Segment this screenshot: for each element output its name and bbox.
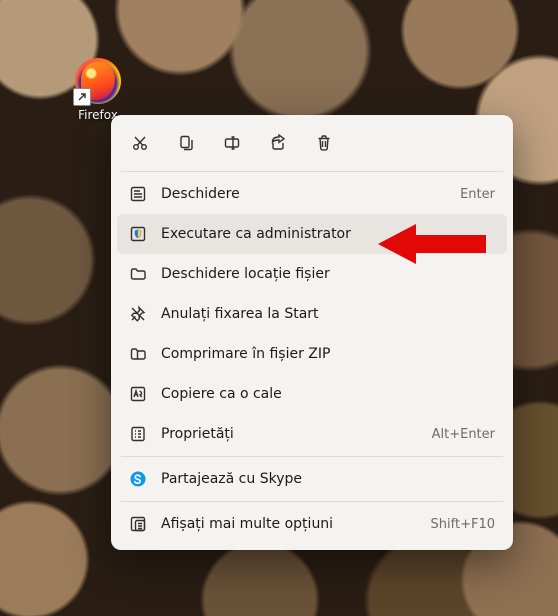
menu-item-label: Partajează cu Skype xyxy=(161,471,495,487)
shortcut-arrow-overlay-icon xyxy=(73,88,91,106)
cut-button[interactable] xyxy=(119,125,161,161)
delete-button[interactable] xyxy=(303,125,345,161)
zip-folder-icon xyxy=(129,345,147,363)
unpin-icon xyxy=(129,305,147,323)
menu-item-open-file-location[interactable]: Deschidere locație fișier xyxy=(117,254,507,294)
scissors-icon xyxy=(131,134,149,152)
menu-item-shortcut: Enter xyxy=(460,187,495,202)
trash-icon xyxy=(315,134,333,152)
menu-item-open[interactable]: Deschidere Enter xyxy=(117,174,507,214)
menu-item-properties[interactable]: Proprietăți Alt+Enter xyxy=(117,414,507,454)
separator xyxy=(121,456,503,457)
more-options-icon xyxy=(129,515,147,533)
menu-item-shortcut: Shift+F10 xyxy=(431,517,495,532)
desktop: Firefox xyxy=(0,0,558,616)
skype-icon xyxy=(129,470,147,488)
context-menu: Deschidere Enter Executare ca administra… xyxy=(111,115,513,550)
menu-item-label: Proprietăți xyxy=(161,426,418,442)
copy-button[interactable] xyxy=(165,125,207,161)
menu-item-label: Copiere ca o cale xyxy=(161,386,495,402)
share-button[interactable] xyxy=(257,125,299,161)
folder-icon xyxy=(129,265,147,283)
menu-item-label: Executare ca administrator xyxy=(161,226,495,242)
desktop-shortcut-firefox[interactable]: Firefox xyxy=(62,58,134,122)
menu-item-label: Comprimare în fișier ZIP xyxy=(161,346,495,362)
firefox-icon xyxy=(75,58,121,104)
copy-icon xyxy=(177,134,195,152)
shield-admin-icon xyxy=(129,225,147,243)
menu-item-label: Deschidere xyxy=(161,186,446,202)
rename-button[interactable] xyxy=(211,125,253,161)
menu-item-unpin-from-start[interactable]: Anulați fixarea la Start xyxy=(117,294,507,334)
separator xyxy=(121,501,503,502)
context-menu-toolbar xyxy=(117,121,507,169)
menu-item-run-as-administrator[interactable]: Executare ca administrator xyxy=(117,214,507,254)
properties-icon xyxy=(129,425,147,443)
menu-item-shortcut: Alt+Enter xyxy=(432,427,495,442)
menu-item-label: Anulați fixarea la Start xyxy=(161,306,495,322)
menu-item-share-with-skype[interactable]: Partajează cu Skype xyxy=(117,459,507,499)
rename-icon xyxy=(223,134,241,152)
copy-path-icon xyxy=(129,385,147,403)
open-icon xyxy=(129,185,147,203)
separator xyxy=(121,171,503,172)
menu-item-label: Afișați mai multe opțiuni xyxy=(161,516,417,532)
menu-item-label: Deschidere locație fișier xyxy=(161,266,495,282)
menu-item-compress-to-zip[interactable]: Comprimare în fișier ZIP xyxy=(117,334,507,374)
share-icon xyxy=(269,134,287,152)
menu-item-copy-as-path[interactable]: Copiere ca o cale xyxy=(117,374,507,414)
menu-item-show-more-options[interactable]: Afișați mai multe opțiuni Shift+F10 xyxy=(117,504,507,544)
